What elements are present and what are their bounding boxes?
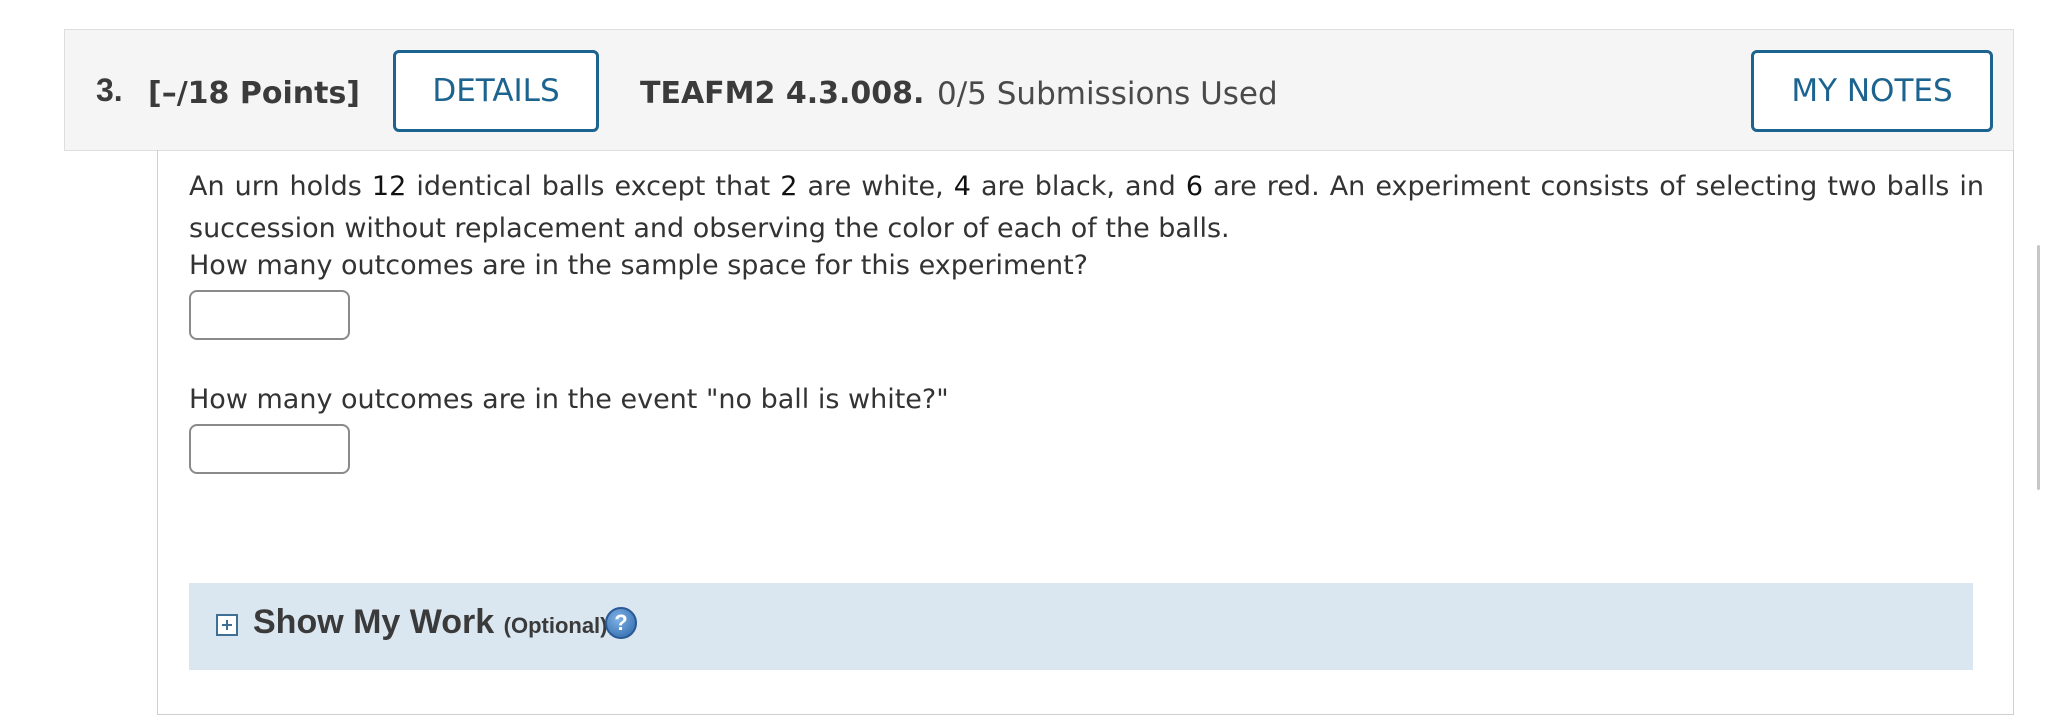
show-my-work-panel[interactable]: Show My Work (Optional) ? bbox=[189, 583, 1973, 670]
black-balls-value: 4 bbox=[953, 171, 971, 202]
help-question-icon[interactable]: ? bbox=[605, 607, 637, 639]
details-button[interactable]: DETAILS bbox=[393, 50, 599, 132]
my-notes-button[interactable]: MY NOTES bbox=[1751, 50, 1993, 132]
question-no-white: How many outcomes are in the event "no b… bbox=[189, 384, 949, 415]
expand-plus-icon[interactable] bbox=[216, 614, 238, 636]
question-header: 3. [–/18 Points] DETAILS TEAFM2 4.3.008.… bbox=[64, 29, 2014, 151]
scrollbar-thumb[interactable] bbox=[2037, 245, 2040, 490]
sample-space-answer-input[interactable] bbox=[189, 290, 350, 340]
total-balls-value: 12 bbox=[371, 171, 407, 202]
points-label: [–/18 Points] bbox=[148, 76, 361, 111]
red-balls-value: 6 bbox=[1185, 171, 1204, 202]
problem-code: TEAFM2 4.3.008. bbox=[640, 76, 925, 111]
question-number: 3. bbox=[96, 72, 123, 108]
white-balls-value: 2 bbox=[780, 171, 798, 202]
optional-label: (Optional) bbox=[503, 613, 608, 638]
submissions-used: 0/5 Submissions Used bbox=[937, 76, 1278, 112]
problem-statement: An urn holds 12 identical balls except t… bbox=[189, 171, 1985, 244]
no-white-answer-input[interactable] bbox=[189, 424, 350, 474]
show-my-work-toggle[interactable]: Show My Work (Optional) bbox=[253, 603, 608, 642]
question-sample-space: How many outcomes are in the sample spac… bbox=[189, 250, 1088, 281]
show-my-work-title: Show My Work bbox=[253, 603, 495, 641]
